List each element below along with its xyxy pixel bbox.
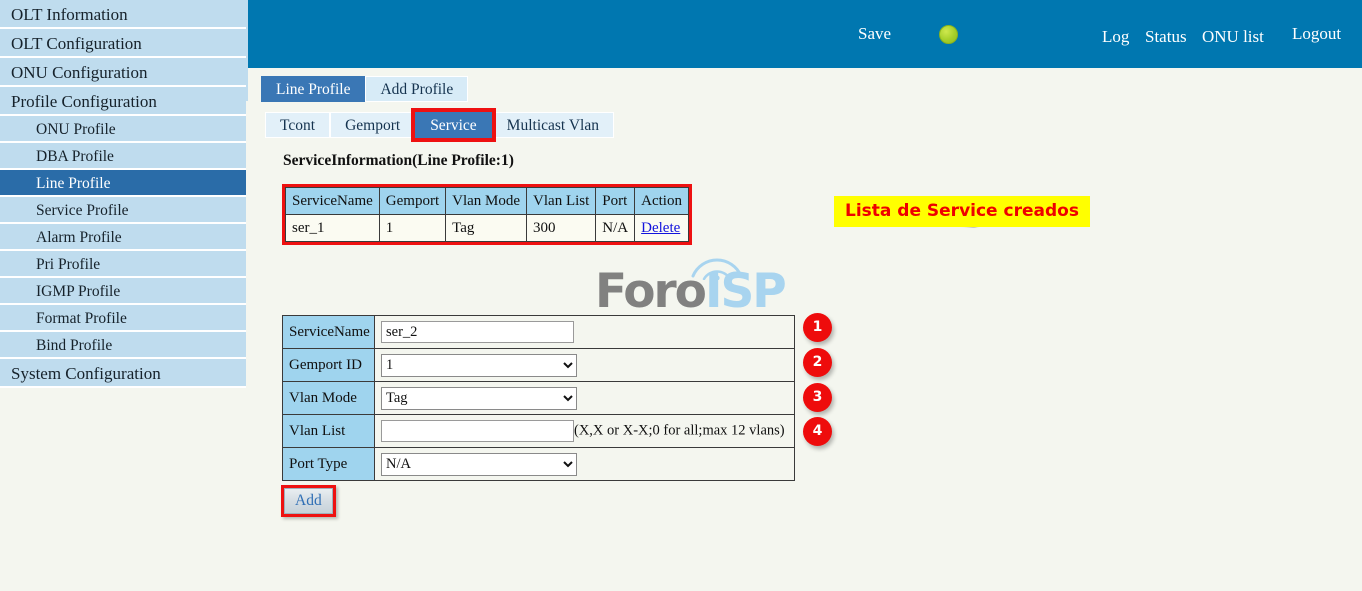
- field-value-cell: (X,X or X-X;0 for all;max 12 vlans): [375, 415, 795, 448]
- step-badge-1: 1: [803, 313, 832, 342]
- column-header: Vlan List: [527, 188, 596, 215]
- cell-vlan-mode: Tag: [446, 215, 527, 242]
- foroisp-watermark: ForoISP: [595, 264, 785, 319]
- sidebar-item-line-profile[interactable]: Line Profile: [0, 170, 246, 197]
- cell-service-name: ser_1: [286, 215, 380, 242]
- add-button-highlight: Add: [281, 485, 336, 517]
- column-header: ServiceName: [286, 188, 380, 215]
- sidebar-item-alarm-profile[interactable]: Alarm Profile: [0, 224, 246, 251]
- gemport-id-select[interactable]: 1234: [381, 354, 577, 377]
- sidebar-item-igmp-profile[interactable]: IGMP Profile: [0, 278, 246, 305]
- form-row: Port Type N/AETHPOTS: [283, 448, 795, 481]
- field-value-cell: TagTransparentTranslation: [375, 382, 795, 415]
- sidebar-item-olt-configuration[interactable]: OLT Configuration: [0, 29, 246, 58]
- status-link[interactable]: Status: [1145, 27, 1187, 47]
- wifi-arc-icon: [689, 254, 745, 280]
- column-header: Vlan Mode: [446, 188, 527, 215]
- onu-list-link[interactable]: ONU list: [1202, 27, 1264, 47]
- sidebar: V·SOL OLT InformationOLT ConfigurationON…: [0, 0, 248, 591]
- sidebar-item-olt-information[interactable]: OLT Information: [0, 0, 246, 29]
- cell-vlan-list: 300: [527, 215, 596, 242]
- sidebar-item-pri-profile[interactable]: Pri Profile: [0, 251, 246, 278]
- sidebar-item-onu-configuration[interactable]: ONU Configuration: [0, 58, 246, 87]
- add-service-form-body: ServiceNameGemport ID 1234 Vlan Mode TagTra…: [283, 316, 795, 481]
- field-label-vlan-list: Vlan List: [283, 415, 375, 448]
- field-label-servicename: ServiceName: [283, 316, 375, 349]
- tab-service[interactable]: Service: [415, 112, 491, 138]
- field-label-port-type: Port Type: [283, 448, 375, 481]
- cell-gemport: 1: [379, 215, 445, 242]
- table-header-row: ServiceNameGemportVlan ModeVlan ListPort…: [286, 188, 689, 215]
- top-header: Save Log Status ONU list Logout: [248, 0, 1362, 68]
- save-button[interactable]: Save: [858, 24, 891, 44]
- step-badge-3: 3: [803, 383, 832, 412]
- service-info-table-highlight: ServiceNameGemportVlan ModeVlan ListPort…: [282, 184, 692, 245]
- form-row: Vlan Mode TagTransparentTranslation: [283, 382, 795, 415]
- field-label-gemport-id: Gemport ID: [283, 349, 375, 382]
- form-row: ServiceName: [283, 316, 795, 349]
- watermark-isp-text: ISP: [705, 264, 785, 319]
- table-body: ser_11Tag300N/A Delete: [286, 215, 689, 242]
- sidebar-item-bind-profile[interactable]: Bind Profile: [0, 332, 246, 359]
- servicename-input[interactable]: [381, 321, 574, 343]
- vlan-list-hint: (X,X or X-X;0 for all;max 12 vlans): [574, 423, 785, 439]
- add-service-form: ServiceNameGemport ID 1234 Vlan Mode TagTra…: [282, 315, 795, 481]
- service-info-table: ServiceNameGemportVlan ModeVlan ListPort…: [285, 187, 689, 242]
- annotation-label: Lista de Service creados: [834, 196, 1090, 227]
- column-header: Port: [596, 188, 635, 215]
- cell-action: Delete: [635, 215, 689, 242]
- status-indicator-icon: [939, 25, 958, 44]
- sidebar-item-system-configuration[interactable]: System Configuration: [0, 359, 246, 388]
- secondary-tab-bar: TcontGemportServiceMulticast Vlan: [265, 112, 614, 138]
- page-root: V·SOL OLT InformationOLT ConfigurationON…: [0, 0, 1362, 591]
- field-value-cell: N/AETHPOTS: [375, 448, 795, 481]
- primary-tab-bar: Line ProfileAdd Profile: [261, 76, 468, 102]
- tab-tcont[interactable]: Tcont: [265, 112, 330, 138]
- step-badge-4: 4: [803, 417, 832, 446]
- main-content: Line ProfileAdd Profile TcontGemportServ…: [248, 68, 1362, 591]
- sidebar-nav: OLT InformationOLT ConfigurationONU Conf…: [0, 0, 248, 388]
- sidebar-item-profile-configuration[interactable]: Profile Configuration: [0, 87, 246, 116]
- service-information-title: ServiceInformation(Line Profile:1): [283, 152, 514, 170]
- tab-add-profile[interactable]: Add Profile: [365, 76, 468, 102]
- form-row: Vlan List (X,X or X-X;0 for all;max 12 vl…: [283, 415, 795, 448]
- sidebar-item-format-profile[interactable]: Format Profile: [0, 305, 246, 332]
- field-value-cell: 1234: [375, 349, 795, 382]
- add-button[interactable]: Add: [284, 488, 333, 514]
- vlan-mode-select[interactable]: TagTransparentTranslation: [381, 387, 577, 410]
- field-label-vlan-mode: Vlan Mode: [283, 382, 375, 415]
- step-badge-2: 2: [803, 348, 832, 377]
- tab-gemport[interactable]: Gemport: [330, 112, 415, 138]
- sidebar-item-dba-profile[interactable]: DBA Profile: [0, 143, 246, 170]
- watermark-foro-text: Foro: [595, 264, 705, 319]
- delete-link[interactable]: Delete: [641, 220, 680, 236]
- port-type-select[interactable]: N/AETHPOTS: [381, 453, 577, 476]
- log-link[interactable]: Log: [1102, 27, 1129, 47]
- tab-multicast-vlan[interactable]: Multicast Vlan: [492, 112, 614, 138]
- sidebar-item-service-profile[interactable]: Service Profile: [0, 197, 246, 224]
- vlan-list-input[interactable]: [381, 420, 574, 442]
- table-row: ser_11Tag300N/A Delete: [286, 215, 689, 242]
- column-header: Action: [635, 188, 689, 215]
- logout-link[interactable]: Logout: [1292, 24, 1341, 44]
- form-row: Gemport ID 1234: [283, 349, 795, 382]
- field-value-cell: [375, 316, 795, 349]
- sidebar-item-onu-profile[interactable]: ONU Profile: [0, 116, 246, 143]
- tab-line-profile[interactable]: Line Profile: [261, 76, 365, 102]
- cell-port: N/A: [596, 215, 635, 242]
- column-header: Gemport: [379, 188, 445, 215]
